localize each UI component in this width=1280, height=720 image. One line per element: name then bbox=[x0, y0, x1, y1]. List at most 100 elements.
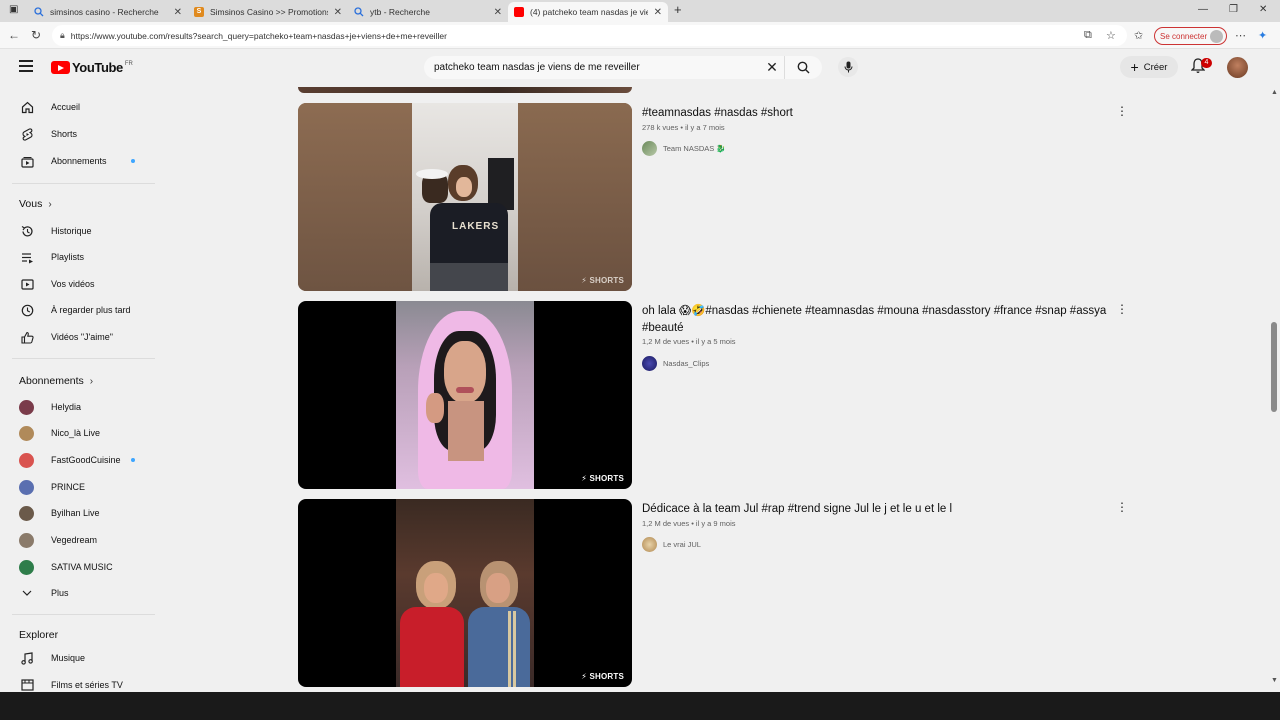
previous-result-thumbnail[interactable] bbox=[298, 87, 632, 93]
shorts-badge: ⚡︎ SHORTS bbox=[581, 474, 624, 483]
sidebar-channel-helydia[interactable]: Helydia bbox=[0, 394, 155, 420]
new-tab-icon[interactable]: + bbox=[674, 2, 682, 17]
sidebar-item-plus[interactable]: Plus bbox=[0, 580, 155, 606]
channel-avatar bbox=[19, 452, 34, 468]
s-favicon: S bbox=[194, 7, 204, 17]
sidebar-item-historique[interactable]: Historique bbox=[0, 218, 155, 244]
reader-icon[interactable]: ⧉ bbox=[1084, 29, 1092, 42]
channel-name: Byilhan Live bbox=[51, 508, 100, 518]
sidebar-item-vos-videos[interactable]: Vos vidéos bbox=[0, 271, 155, 297]
close-window-icon[interactable]: ✕ bbox=[1259, 4, 1267, 15]
sidebar-item-playlists[interactable]: Playlists bbox=[0, 244, 155, 270]
youtube-logo[interactable]: YouTube FR bbox=[51, 60, 133, 75]
sidebar-item-musique[interactable]: Musique bbox=[0, 645, 155, 671]
sidebar-channel-nico-la-live[interactable]: Nico_là Live bbox=[0, 420, 155, 446]
browser-tab-4[interactable]: (4) patcheko team nasdas je viens ✕ bbox=[508, 2, 668, 22]
tab-title: simsinos casino - Recherche bbox=[50, 7, 159, 17]
channel-avatar bbox=[19, 399, 34, 415]
scrollbar-thumb[interactable] bbox=[1271, 322, 1277, 412]
sidebar-channel-sativa-music[interactable]: SATIVA MUSIC bbox=[0, 554, 155, 580]
video-title[interactable]: Dédicace à la team Jul #rap #trend signe… bbox=[642, 501, 1112, 518]
logo-text: YouTube bbox=[72, 60, 123, 75]
youtube-favicon bbox=[514, 7, 524, 17]
new-content-dot bbox=[131, 159, 135, 163]
favorites-icon[interactable]: ✩ bbox=[1134, 29, 1143, 42]
sign-in-button[interactable]: Se connecter bbox=[1154, 27, 1227, 45]
sidebar-channel-prince[interactable]: PRINCE bbox=[0, 474, 155, 500]
search-icon bbox=[34, 7, 44, 17]
shorts-badge: ⚡︎ SHORTS bbox=[581, 276, 624, 285]
clear-search-icon[interactable]: ✕ bbox=[760, 59, 784, 76]
shorts-badge: ⚡︎ SHORTS bbox=[581, 672, 624, 681]
video-meta: 1,2 M de vues • il y a 9 mois bbox=[642, 519, 736, 528]
more-actions-icon[interactable]: ⋮ bbox=[1116, 105, 1128, 117]
url-field[interactable]: 🔒︎ https://www.youtube.com/results?searc… bbox=[52, 25, 1127, 46]
create-button[interactable]: + Créer bbox=[1120, 56, 1178, 78]
scroll-up-icon[interactable]: ▲ bbox=[1271, 89, 1278, 96]
tab-title: ytb - Recherche bbox=[370, 7, 430, 17]
browser-tab-1[interactable]: simsinos casino - Recherche ✕ bbox=[28, 2, 188, 22]
voice-search-button[interactable] bbox=[838, 57, 858, 77]
channel-link[interactable]: Le vrai JUL bbox=[642, 537, 701, 552]
view-count: 278 k vues bbox=[642, 123, 679, 132]
plus-icon: + bbox=[1130, 59, 1139, 75]
browser-tab-3[interactable]: ytb - Recherche ✕ bbox=[348, 2, 508, 22]
sidebar-item-label: Playlists bbox=[51, 252, 85, 262]
scroll-down-icon[interactable]: ▼ bbox=[1271, 677, 1278, 684]
browser-tab-2[interactable]: S Simsinos Casino >> Promotions ✕ bbox=[188, 2, 348, 22]
favorite-star-icon[interactable]: ☆ bbox=[1106, 29, 1116, 42]
sidebar-item-label: Historique bbox=[51, 226, 92, 236]
video-title[interactable]: #teamnasdas #nasdas #short bbox=[642, 105, 1112, 122]
channel-link[interactable]: Team NASDAS 🐉 bbox=[642, 141, 726, 156]
channel-avatar bbox=[19, 559, 34, 575]
chevron-right-icon: › bbox=[48, 199, 52, 210]
refresh-icon[interactable]: ↻ bbox=[31, 28, 41, 42]
video-thumbnail[interactable]: LAKERS ⚡︎ SHORTS bbox=[298, 103, 632, 291]
search-input[interactable]: patcheko team nasdas je viens de me reve… bbox=[424, 62, 760, 73]
sidebar-channel-byilhan-live[interactable]: Byilhan Live bbox=[0, 500, 155, 526]
thumbnail-blur-right bbox=[518, 103, 632, 291]
youtube-header: YouTube FR patcheko team nasdas je viens… bbox=[0, 49, 1280, 87]
channel-avatar bbox=[19, 505, 34, 521]
thumbnail-blur-left bbox=[298, 103, 412, 291]
account-avatar[interactable] bbox=[1227, 57, 1248, 78]
sidebar-section-vous[interactable]: Vous › bbox=[19, 198, 52, 210]
close-tab-icon[interactable]: ✕ bbox=[494, 7, 502, 18]
close-tab-icon[interactable]: ✕ bbox=[174, 7, 182, 18]
youtube-play-icon bbox=[51, 61, 70, 74]
sidebar-item-shorts[interactable]: Shorts bbox=[0, 121, 155, 147]
copilot-icon[interactable]: ✦ bbox=[1258, 29, 1267, 42]
close-tab-icon[interactable]: ✕ bbox=[334, 7, 342, 18]
sidebar-item-videos-jaime[interactable]: Vidéos "J'aime" bbox=[0, 324, 155, 350]
search-button[interactable] bbox=[784, 56, 822, 79]
video-thumbnail[interactable]: ⚡︎ SHORTS bbox=[298, 301, 632, 489]
back-icon[interactable]: ← bbox=[8, 28, 20, 42]
channel-link[interactable]: Nasdas_Clips bbox=[642, 356, 709, 371]
channel-name: Vegedream bbox=[51, 535, 98, 545]
channel-avatar bbox=[19, 425, 34, 441]
sidebar-item-accueil[interactable]: Accueil bbox=[0, 94, 155, 120]
sidebar-channel-fastgoodcuisine[interactable]: FastGoodCuisine bbox=[0, 447, 155, 473]
menu-icon[interactable] bbox=[19, 60, 33, 72]
view-count: 1,2 M de vues bbox=[642, 519, 690, 528]
video-result: LAKERS ⚡︎ SHORTS #teamnasdas #nasdas #sh… bbox=[298, 103, 1138, 291]
tab-actions-icon[interactable]: ▣ bbox=[9, 4, 18, 15]
minimize-icon[interactable]: — bbox=[1198, 4, 1208, 15]
more-actions-icon[interactable]: ⋮ bbox=[1116, 303, 1128, 315]
channel-name: FastGoodCuisine bbox=[51, 455, 121, 465]
sidebar-section-abonnements[interactable]: Abonnements › bbox=[19, 375, 93, 387]
thumb-up-icon bbox=[20, 330, 34, 344]
sidebar-item-a-regarder-plus-tard[interactable]: À regarder plus tard bbox=[0, 297, 155, 323]
channel-avatar bbox=[19, 479, 34, 495]
video-thumbnail[interactable]: ⚡︎ SHORTS bbox=[298, 499, 632, 687]
channel-avatar bbox=[19, 532, 34, 548]
more-actions-icon[interactable]: ⋮ bbox=[1116, 501, 1128, 513]
sidebar-item-abonnements[interactable]: Abonnements bbox=[0, 148, 155, 174]
restore-icon[interactable]: ❐ bbox=[1229, 4, 1238, 15]
more-menu-icon[interactable]: ⋯ bbox=[1235, 29, 1246, 42]
sidebar-channel-vegedream[interactable]: Vegedream bbox=[0, 527, 155, 553]
page-scrollbar[interactable]: ▲ ▼ bbox=[1268, 87, 1280, 692]
close-tab-icon[interactable]: ✕ bbox=[654, 7, 662, 18]
video-title[interactable]: oh lala 😱🤣#nasdas #chienete #teamnasdas … bbox=[642, 303, 1112, 337]
sidebar-item-films-et-series[interactable]: Films et séries TV bbox=[0, 672, 155, 692]
